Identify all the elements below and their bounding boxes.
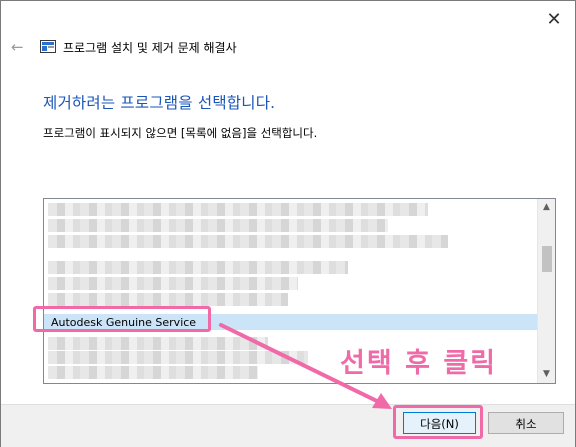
annotation-arrow-icon (219, 323, 392, 409)
